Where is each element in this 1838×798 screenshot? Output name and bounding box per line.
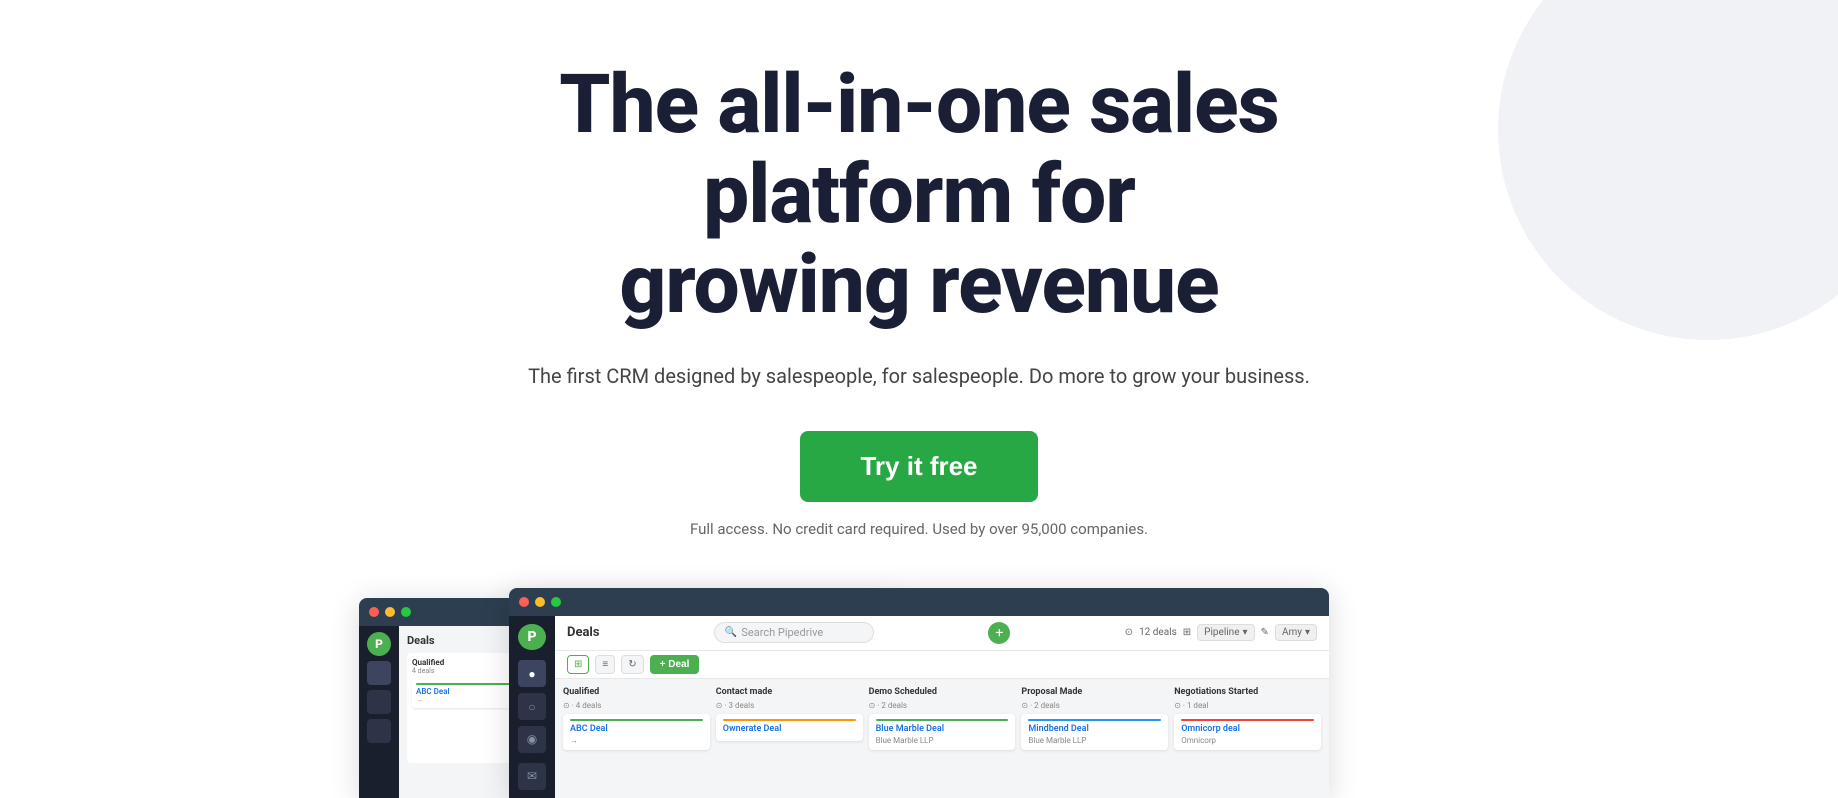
close-button-dot	[519, 597, 529, 607]
hero-subtitle: The first CRM designed by salespeople, f…	[419, 361, 1419, 391]
hero-title-line1: The all-in-one sales platform for	[559, 57, 1278, 243]
kanban-card-abc[interactable]: ABC Deal →	[563, 714, 710, 750]
card-title-abc: ABC Deal	[570, 724, 703, 734]
sidebar-icon-2-back	[367, 690, 391, 714]
crm-toolbar: ⊞ ≡ ↻ + Deal	[555, 651, 1329, 679]
crm-header: Deals 🔍 Search Pipedrive + ⊙ 12 deals	[555, 616, 1329, 651]
deals-count: 12 deals	[1139, 627, 1177, 638]
edit-icon[interactable]: ✎	[1261, 627, 1269, 638]
kanban-col-proposal: Proposal Made ⊙ · 2 deals Mindbend Deal …	[1021, 687, 1168, 798]
sidebar-logo: P	[518, 624, 546, 651]
crm-sidebar: P ● ○ ◉ ✉	[509, 616, 555, 798]
card-title-mindbend: Mindbend Deal	[1028, 724, 1161, 734]
search-placeholder: Search Pipedrive	[741, 626, 823, 639]
hero-title-line2: growing revenue	[619, 237, 1218, 333]
user-chevron-icon: ▾	[1305, 627, 1310, 638]
kanban-col-contact: Contact made ⊙ · 3 deals Ownerate Deal	[716, 687, 863, 798]
sidebar-icon-3-back	[367, 719, 391, 743]
close-dot	[369, 607, 379, 617]
hero-section: The all-in-one sales platform for growin…	[0, 0, 1838, 798]
col-proposal-header: Proposal Made	[1021, 687, 1168, 697]
grid-view-button[interactable]: ⊞	[567, 655, 589, 674]
crm-body: P ● ○ ◉ ✉ Deals 🔍 Search Pipe	[509, 616, 1329, 798]
search-icon: 🔍	[725, 627, 737, 638]
col-negotiations-meta: ⊙ · 1 deal	[1174, 701, 1321, 710]
col-proposal-meta: ⊙ · 2 deals	[1021, 701, 1168, 710]
card-indicator-mindbend	[1028, 719, 1161, 721]
card-sub-omnicorp: Omnicorp	[1181, 736, 1314, 745]
minimize-button-dot	[535, 597, 545, 607]
dashboard-wrapper: P Deals Qualified 4 deals	[20, 588, 1818, 798]
col-contact-header: Contact made	[716, 687, 863, 697]
card-title-omnicorp: Omnicorp deal	[1181, 724, 1314, 734]
kanban-col-qualified: Qualified ⊙ · 4 deals ABC Deal →	[563, 687, 710, 798]
add-deal-button[interactable]: + Deal	[650, 655, 700, 674]
card-sub-mindbend: Blue Marble LLP	[1028, 736, 1161, 745]
col-demo-meta: ⊙ · 2 deals	[869, 701, 1016, 710]
col-qualified-meta: ⊙ · 4 deals	[563, 701, 710, 710]
window-topbar	[509, 588, 1329, 616]
kanban-card-mindbend[interactable]: Mindbend Deal Blue Marble LLP	[1021, 714, 1168, 750]
expand-dot	[401, 607, 411, 617]
crm-window-front: P ● ○ ◉ ✉ Deals 🔍 Search Pipe	[509, 588, 1329, 798]
card-sub-abc: →	[570, 736, 703, 745]
fine-print: Full access. No credit card required. Us…	[690, 520, 1148, 538]
card-indicator-omnicorp	[1181, 719, 1314, 721]
col-contact-meta: ⊙ · 3 deals	[716, 701, 863, 710]
user-label: Amy	[1282, 627, 1302, 638]
col-qualified-header: Qualified	[563, 687, 710, 697]
chevron-down-icon: ▾	[1243, 627, 1248, 638]
dashboard-preview: P Deals Qualified 4 deals	[20, 588, 1818, 798]
kanban-card-omnicorp[interactable]: Omnicorp deal Omnicorp	[1174, 714, 1321, 750]
kanban-col-demo: Demo Scheduled ⊙ · 2 deals Blue Marble D…	[869, 687, 1016, 798]
crm-header-right: +	[988, 622, 1010, 644]
hero-content: The all-in-one sales platform for growin…	[419, 60, 1419, 578]
crm-search-bar[interactable]: 🔍 Search Pipedrive	[714, 622, 874, 643]
crm-main: Deals 🔍 Search Pipedrive + ⊙ 12 deals	[555, 616, 1329, 798]
user-dropdown[interactable]: Amy ▾	[1275, 624, 1317, 641]
crm-kanban: Qualified ⊙ · 4 deals ABC Deal → Contact…	[555, 679, 1329, 798]
col-negotiations-header: Negotiations Started	[1174, 687, 1321, 697]
try-free-button[interactable]: Try it free	[800, 431, 1037, 502]
maximize-button-dot	[551, 597, 561, 607]
crm-header-title: Deals	[567, 625, 600, 640]
crm-stats-area: ⊙ 12 deals ⊞ Pipeline ▾ ✎ Amy	[1125, 624, 1317, 641]
sidebar-email-icon[interactable]: ✉	[518, 763, 546, 790]
add-button[interactable]: +	[988, 622, 1010, 644]
list-view-button[interactable]: ≡	[595, 655, 615, 674]
card-indicator-green	[570, 719, 703, 721]
minimize-dot	[385, 607, 395, 617]
col-demo-header: Demo Scheduled	[869, 687, 1016, 697]
kanban-col-negotiations: Negotiations Started ⊙ · 1 deal Omnicorp…	[1174, 687, 1321, 798]
deal-count-icon: ⊙	[1125, 627, 1133, 638]
card-indicator-orange	[723, 719, 856, 721]
kanban-card-ownerate[interactable]: Ownerate Deal	[716, 714, 863, 741]
refresh-button[interactable]: ↻	[621, 655, 643, 674]
pipeline-icon: ⊞	[1183, 627, 1191, 638]
kanban-card-bluemarble[interactable]: Blue Marble Deal Blue Marble LLP	[869, 714, 1016, 750]
hero-title: The all-in-one sales platform for growin…	[419, 60, 1419, 331]
sidebar-icon-1-back	[367, 661, 391, 685]
card-indicator-bluemarble	[876, 719, 1009, 721]
bg-decoration	[1498, 0, 1838, 340]
sidebar-logo-back: P	[367, 632, 391, 656]
card-sub-bluemarble: Blue Marble LLP	[876, 736, 1009, 745]
card-title-bluemarble: Blue Marble Deal	[876, 724, 1009, 734]
sidebar-deals-icon[interactable]: ●	[518, 660, 546, 687]
sidebar-icon-circle[interactable]: ○	[518, 693, 546, 720]
pipeline-label: Pipeline	[1204, 627, 1239, 638]
pipeline-dropdown[interactable]: Pipeline ▾	[1197, 624, 1254, 641]
sidebar-icon-dot[interactable]: ◉	[518, 726, 546, 753]
card-title-ownerate: Ownerate Deal	[723, 724, 856, 734]
